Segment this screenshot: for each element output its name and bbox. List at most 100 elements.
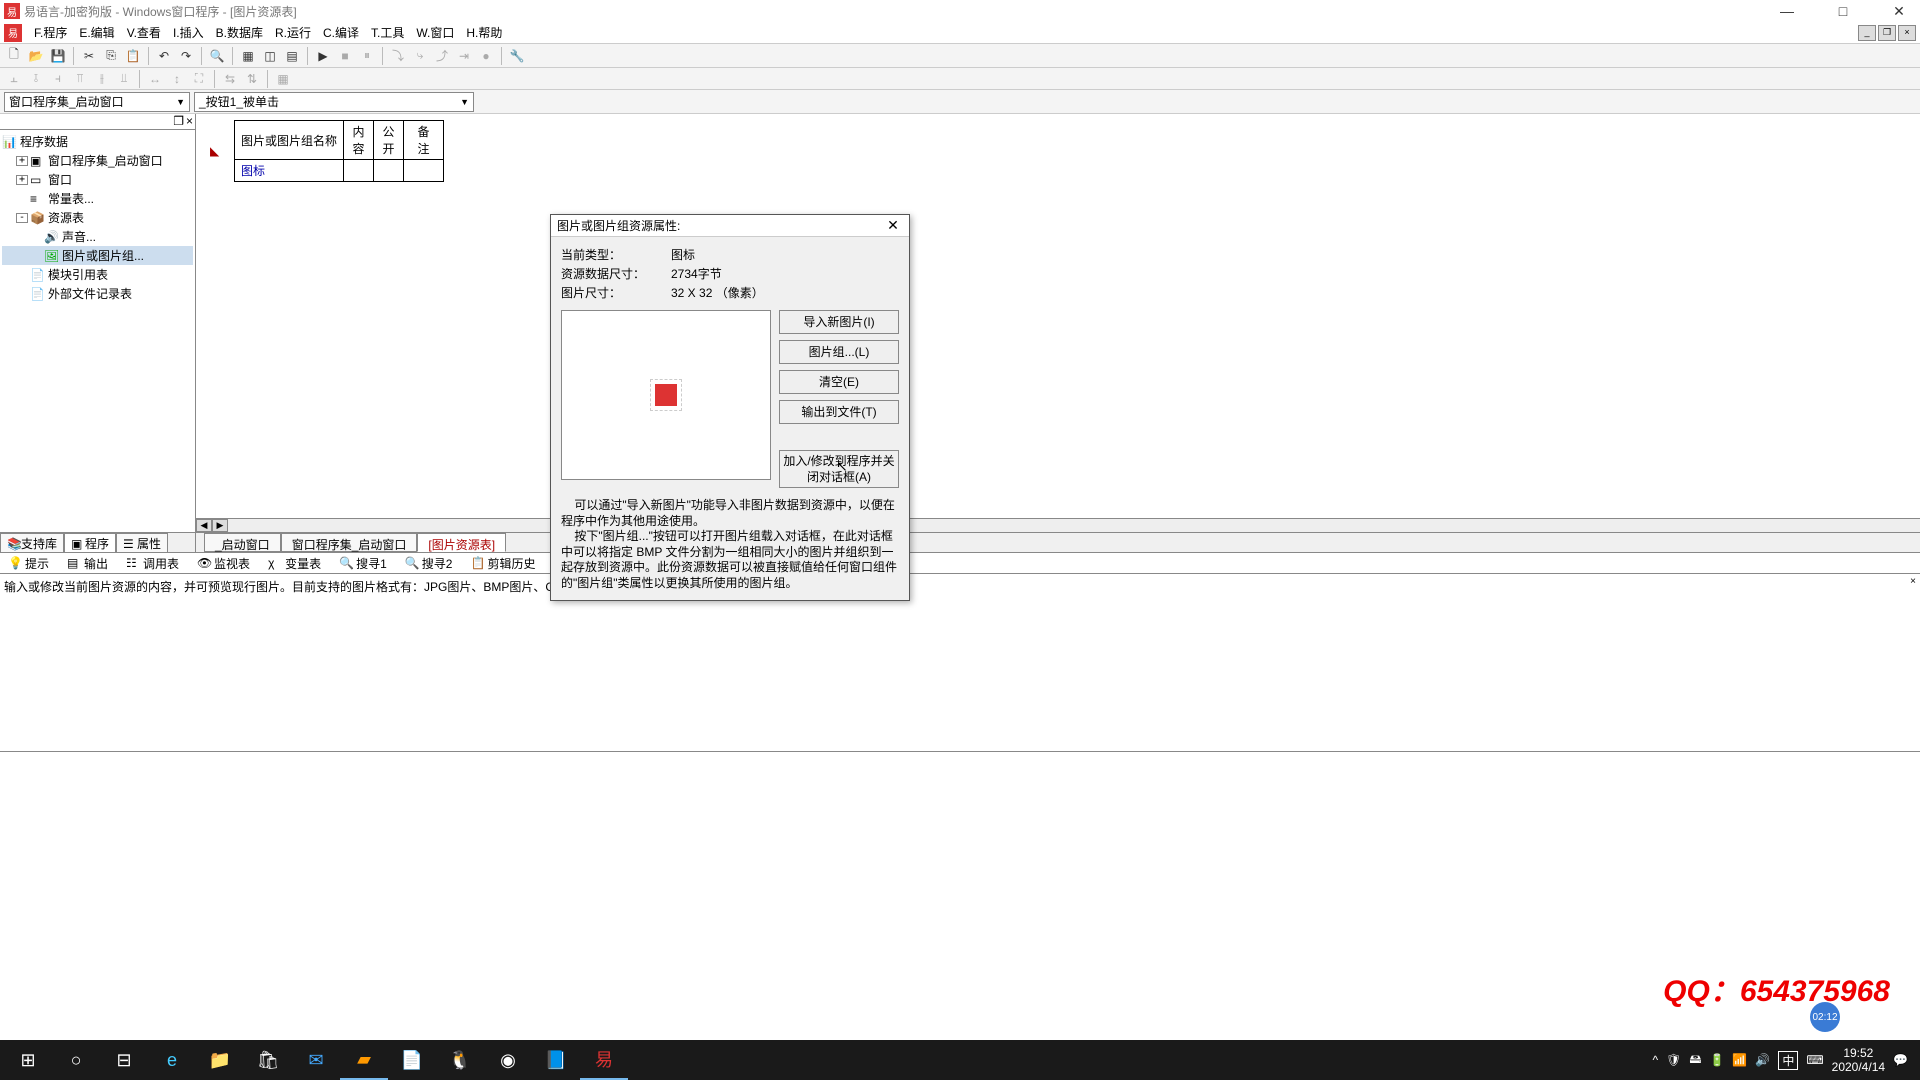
undo-icon[interactable]: ↶: [154, 46, 174, 66]
elang-taskbar-icon[interactable]: 易: [580, 1040, 628, 1080]
dialog-close-icon[interactable]: ✕: [883, 217, 903, 234]
same-height-icon[interactable]: ↕: [167, 69, 187, 89]
doc-tab-winset[interactable]: 窗口程序集_启动窗口: [281, 533, 418, 552]
tree-node[interactable]: 窗口: [48, 171, 72, 188]
copy-icon[interactable]: ⎘: [101, 46, 121, 66]
run-icon[interactable]: ▶: [313, 46, 333, 66]
tray-ime[interactable]: 中: [1778, 1051, 1798, 1070]
scroll-right-icon[interactable]: ▶: [212, 519, 228, 532]
hspace-icon[interactable]: ⇆: [220, 69, 240, 89]
resource-table[interactable]: 图片或图片组名称 内容 公开 备 注 图标: [234, 120, 444, 182]
cursor-run-icon[interactable]: ⇥: [454, 46, 474, 66]
stop-icon[interactable]: ■: [335, 46, 355, 66]
layout2-icon[interactable]: ◫: [260, 46, 280, 66]
object-combo[interactable]: 窗口程序集_启动窗口 ▼: [4, 92, 190, 112]
btab-call[interactable]: ☷调用表: [122, 555, 183, 572]
layout1-icon[interactable]: ▦: [238, 46, 258, 66]
apply-close-button[interactable]: 加入/修改到程序并关闭对话框(A): [779, 450, 899, 488]
step-into-icon[interactable]: ⤷: [410, 46, 430, 66]
open-icon[interactable]: 📂: [26, 46, 46, 66]
tray-volume-icon[interactable]: 🔊: [1755, 1053, 1770, 1067]
tray-shield-icon[interactable]: 🛡: [1666, 1053, 1681, 1067]
expand-icon[interactable]: +: [16, 175, 28, 185]
tray-clock[interactable]: 19:52 2020/4/14: [1832, 1046, 1885, 1075]
chrome-icon[interactable]: ◉: [484, 1040, 532, 1080]
vspace-icon[interactable]: ⇅: [242, 69, 262, 89]
menu-run[interactable]: R.运行: [269, 24, 317, 41]
doc-tab-startwin[interactable]: _启动窗口: [204, 533, 281, 552]
tray-notification-icon[interactable]: 💬: [1893, 1053, 1908, 1067]
step-over-icon[interactable]: ⤵: [388, 46, 408, 66]
scroll-left-icon[interactable]: ◀: [196, 519, 212, 532]
align-right-icon[interactable]: ⫞: [48, 69, 68, 89]
menu-window[interactable]: W.窗口: [410, 24, 460, 41]
collapse-icon[interactable]: -: [16, 213, 28, 223]
redo-icon[interactable]: ↷: [176, 46, 196, 66]
menu-insert[interactable]: I.插入: [167, 24, 210, 41]
store-icon[interactable]: 🛍: [244, 1040, 292, 1080]
menu-compile[interactable]: C.编译: [317, 24, 365, 41]
program-tree[interactable]: 📊程序数据 +▣窗口程序集_启动窗口 +▭窗口 ≡常量表... -📦资源表 🔊声…: [0, 130, 195, 532]
align-center-icon[interactable]: ⫱: [26, 69, 46, 89]
tab-program[interactable]: ▣程序: [64, 533, 116, 552]
qq-icon[interactable]: 🐧: [436, 1040, 484, 1080]
tree-root[interactable]: 程序数据: [20, 133, 68, 150]
knowledge-icon[interactable]: 🔧: [507, 46, 527, 66]
tree-node-selected[interactable]: 图片或图片组...: [62, 247, 144, 264]
cell-name[interactable]: 图标: [235, 160, 344, 182]
same-size-icon[interactable]: ⛶: [189, 69, 209, 89]
tab-support-lib[interactable]: 📚支持库: [0, 533, 64, 552]
align-left-icon[interactable]: ⫠: [4, 69, 24, 89]
mdi-close[interactable]: ×: [1898, 25, 1916, 41]
grid-icon[interactable]: ▦: [273, 69, 293, 89]
step-out-icon[interactable]: ⤴: [432, 46, 452, 66]
app-icon[interactable]: 📘: [532, 1040, 580, 1080]
close-button[interactable]: ✕: [1882, 3, 1916, 20]
menu-tool[interactable]: T.工具: [365, 24, 410, 41]
btab-var[interactable]: χ变量表: [264, 555, 325, 572]
tray-wifi-icon[interactable]: 📶: [1732, 1053, 1747, 1067]
btab-clip[interactable]: 📋剪辑历史: [466, 555, 539, 572]
align-bottom-icon[interactable]: ⫫: [114, 69, 134, 89]
tree-node[interactable]: 模块引用表: [48, 266, 108, 283]
btab-output[interactable]: ▤输出: [63, 555, 112, 572]
clear-button[interactable]: 清空(E): [779, 370, 899, 394]
tray-usb-icon[interactable]: 🖴: [1689, 1050, 1701, 1071]
cell-public[interactable]: [374, 160, 404, 182]
col-content[interactable]: 内容: [344, 121, 374, 160]
image-group-button[interactable]: 图片组...(L): [779, 340, 899, 364]
minimize-button[interactable]: —: [1770, 3, 1804, 20]
explorer-icon[interactable]: 📁: [196, 1040, 244, 1080]
notepad-icon[interactable]: 📄: [388, 1040, 436, 1080]
btab-watch[interactable]: 👁监视表: [193, 555, 254, 572]
taskview-button[interactable]: ⊟: [100, 1040, 148, 1080]
btab-search2[interactable]: 🔍搜寻2: [401, 555, 457, 572]
layout3-icon[interactable]: ▤: [282, 46, 302, 66]
expand-icon[interactable]: +: [16, 156, 28, 166]
menu-edit[interactable]: E.编辑: [73, 24, 120, 41]
tree-node[interactable]: 常量表...: [48, 190, 94, 207]
tree-node[interactable]: 声音...: [62, 228, 96, 245]
col-note[interactable]: 备 注: [404, 121, 444, 160]
tray-battery-icon[interactable]: 🔋: [1709, 1053, 1724, 1067]
cell-note[interactable]: [404, 160, 444, 182]
tree-node[interactable]: 窗口程序集_启动窗口: [48, 152, 163, 169]
col-name[interactable]: 图片或图片组名称: [235, 121, 344, 160]
cut-icon[interactable]: ✂: [79, 46, 99, 66]
tray-keyboard-icon[interactable]: ⌨: [1806, 1053, 1823, 1067]
find-icon[interactable]: 🔍: [207, 46, 227, 66]
breakpoint-icon[interactable]: ●: [476, 46, 496, 66]
mdi-minimize[interactable]: _: [1858, 25, 1876, 41]
new-icon[interactable]: 🗋: [4, 46, 24, 66]
export-file-button[interactable]: 输出到文件(T): [779, 400, 899, 424]
event-combo[interactable]: _按钮1_被单击 ▼: [194, 92, 474, 112]
menu-db[interactable]: B.数据库: [210, 24, 269, 41]
paste-icon[interactable]: 📋: [123, 46, 143, 66]
same-width-icon[interactable]: ↔: [145, 69, 165, 89]
cell-content[interactable]: [344, 160, 374, 182]
panel-close-icon[interactable]: ×: [186, 114, 193, 129]
panel-float-icon[interactable]: ❐: [173, 114, 184, 129]
search-button[interactable]: ○: [52, 1040, 100, 1080]
tab-property[interactable]: ☰属性: [116, 533, 168, 552]
tray-up-icon[interactable]: ^: [1652, 1053, 1658, 1067]
